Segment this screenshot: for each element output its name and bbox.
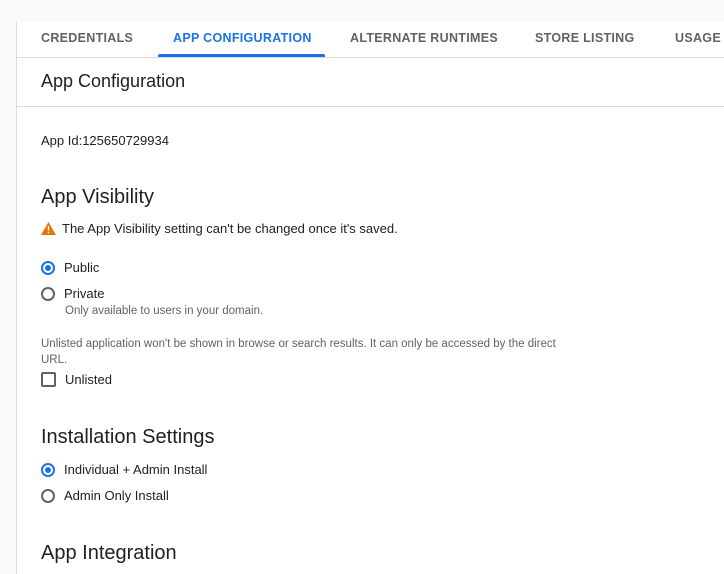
warning-text: The App Visibility setting can't be chan… — [62, 221, 398, 236]
app-id-text: App Id:125650729934 — [41, 133, 169, 148]
warning-icon — [41, 222, 56, 235]
private-radio[interactable] — [41, 286, 55, 301]
visibility-warning: The App Visibility setting can't be chan… — [41, 221, 398, 236]
unlisted-checkbox[interactable] — [41, 372, 56, 387]
admin-only-radio[interactable] — [41, 488, 55, 503]
unlisted-option[interactable]: Unlisted — [41, 372, 112, 387]
visibility-option-private[interactable]: Private — [41, 286, 104, 301]
install-option-admin-only[interactable]: Admin Only Install — [41, 488, 169, 503]
install-option-individual-admin[interactable]: Individual + Admin Install — [41, 462, 207, 477]
tab-credentials[interactable]: CREDENTIALS — [41, 31, 133, 45]
individual-admin-label: Individual + Admin Install — [64, 462, 208, 477]
active-tab-indicator — [158, 54, 325, 57]
app-config-panel: CREDENTIALS APP CONFIGURATION ALTERNATE … — [16, 21, 724, 574]
tab-alternate-runtimes[interactable]: ALTERNATE RUNTIMES — [350, 31, 498, 45]
app-integration-heading: App Integration — [41, 542, 177, 564]
private-label: Private — [64, 286, 105, 301]
visibility-option-public[interactable]: Public — [41, 260, 99, 275]
private-hint: Only available to users in your domain. — [65, 305, 264, 317]
page-title: App Configuration — [41, 71, 186, 91]
public-label: Public — [64, 260, 100, 275]
admin-only-label: Admin Only Install — [64, 488, 169, 503]
unlisted-note: Unlisted application won't be shown in b… — [41, 338, 556, 366]
tab-app-configuration[interactable]: APP CONFIGURATION — [173, 31, 312, 45]
individual-admin-radio[interactable] — [41, 462, 55, 477]
tab-usage[interactable]: USAGE — [675, 31, 721, 45]
app-visibility-heading: App Visibility — [41, 186, 155, 208]
tab-bar: CREDENTIALS APP CONFIGURATION ALTERNATE … — [17, 21, 724, 58]
tab-store-listing[interactable]: STORE LISTING — [535, 31, 635, 45]
public-radio[interactable] — [41, 260, 55, 275]
unlisted-label: Unlisted — [65, 372, 112, 387]
installation-settings-heading: Installation Settings — [41, 426, 215, 448]
divider — [17, 106, 724, 107]
